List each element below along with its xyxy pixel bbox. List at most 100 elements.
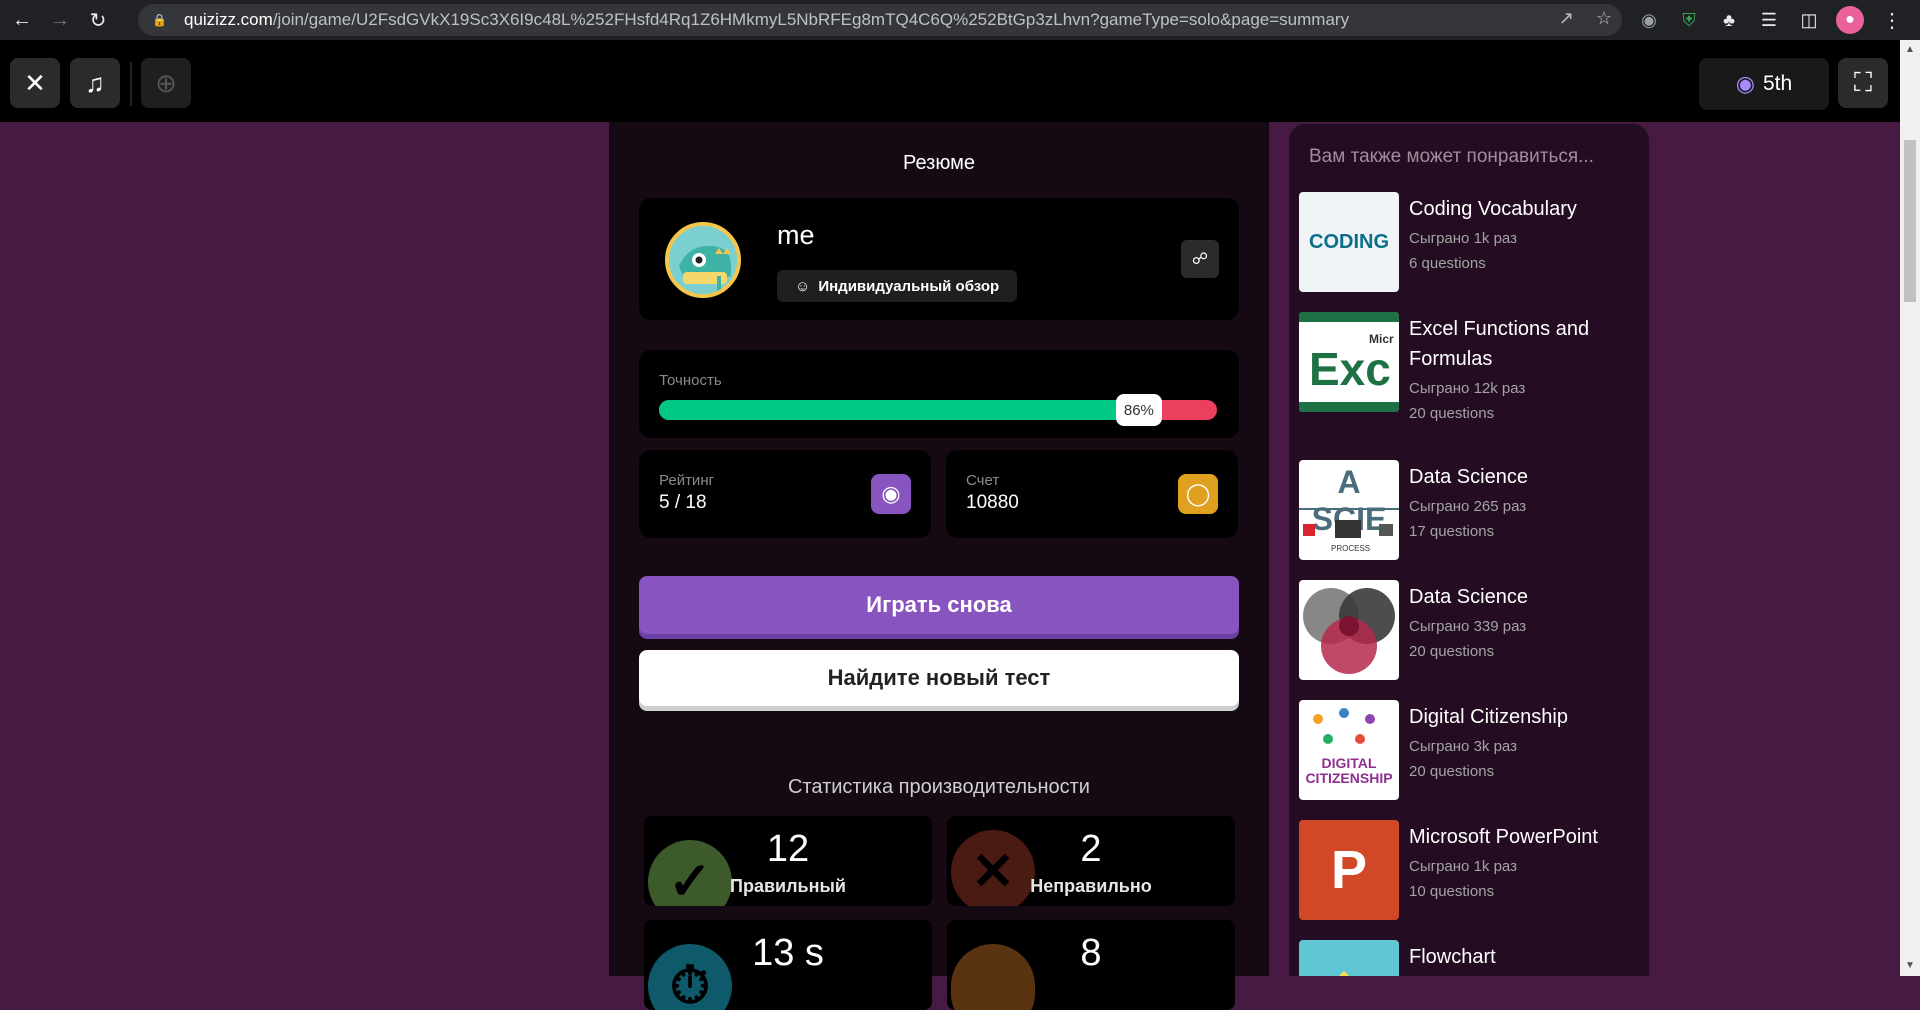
rec-plays: Сыграно 12k раз — [1409, 380, 1526, 397]
score-value: 10880 — [966, 492, 1019, 513]
address-bar[interactable]: 🔒 quizizz.com/join/game/U2FsdGVkX19Sc3X6… — [138, 4, 1622, 36]
rec-title: Excel Functions and Formulas — [1409, 318, 1590, 370]
menu-dots-icon[interactable]: ⋮ — [1882, 8, 1902, 33]
rec-plays: Сыграно 1k раз — [1409, 230, 1517, 247]
find-new-test-button[interactable]: Найдите новый тест — [639, 650, 1239, 706]
url-text[interactable]: quizizz.com/join/game/U2FsdGVkX19Sc3X6I9… — [184, 10, 1524, 30]
rec-title: Microsoft PowerPoint — [1409, 826, 1598, 848]
thumb-text: P — [1330, 840, 1368, 900]
rec-thumbnail — [1299, 940, 1399, 976]
rec-title: Data Science — [1409, 586, 1528, 608]
recommendations-panel: Вам также может понравиться... CODING Co… — [1269, 122, 1649, 976]
reload-icon[interactable]: ↻ — [82, 4, 114, 36]
browser-toolbar: ← → ↻ 🔒 quizizz.com/join/game/U2FsdGVkX1… — [0, 0, 1920, 40]
individual-review-button[interactable]: ☺ Индивидуальный обзор — [777, 270, 1018, 302]
user-icon: ☺ — [795, 277, 811, 295]
zoom-icon[interactable]: ⊕ — [141, 58, 191, 108]
correct-label: Правильный — [730, 876, 846, 896]
score-label: Счет — [966, 472, 1000, 489]
rec-thumbnail: DIGITAL CITIZENSHIP — [1299, 700, 1399, 800]
rec-title: Flowchart — [1409, 946, 1496, 968]
rec-plays: Сыграно 1k раз — [1409, 858, 1517, 875]
rank-pill: ◉ 5th — [1699, 58, 1829, 110]
thumb-text: CODING — [1309, 230, 1389, 253]
media-control-icon[interactable]: ☰ — [1756, 7, 1782, 33]
shield-extension-icon[interactable]: ⛨ — [1676, 7, 1702, 33]
wrong-label: Неправильно — [1030, 876, 1152, 896]
summary-title: Резюме — [903, 152, 975, 174]
rec-questions: 20 questions — [1409, 643, 1495, 660]
bookmark-star-icon[interactable]: ☆ — [1596, 8, 1612, 29]
rec-item-data-science-2[interactable]: Data Science Сыграно 339 раз 20 question… — [1299, 580, 1639, 690]
thumb-text: Exc — [1309, 343, 1391, 395]
scroll-up-icon[interactable]: ▲ — [1900, 40, 1920, 60]
close-icon[interactable]: ✕ — [10, 58, 60, 108]
thumb-caption: PROCESS — [1331, 544, 1371, 553]
rec-plays: Сыграно 265 раз — [1409, 498, 1527, 515]
url-path: /join/game/U2FsdGVkX19Sc3X6I9c48L%252FHs… — [272, 10, 1350, 29]
fullscreen-icon[interactable]: ⛶ — [1838, 58, 1888, 108]
rec-plays: Сыграно 339 раз — [1409, 618, 1527, 635]
accuracy-fill — [659, 400, 1139, 420]
rec-thumbnail: Micr Exc — [1299, 312, 1399, 412]
rec-questions: 10 questions — [1409, 883, 1495, 900]
puzzle-extensions-icon[interactable]: ♣ — [1716, 7, 1742, 33]
rec-item-microsoft-powerpoint[interactable]: P Microsoft PowerPoint Сыграно 1k раз 10… — [1299, 820, 1639, 930]
rec-thumbnail: P — [1299, 820, 1399, 920]
summary-panel: Резюме me ☺ Индивидуальный обзор ☍ Точно… — [609, 122, 1269, 1010]
recommendations-title: Вам также может понравиться... — [1309, 146, 1594, 167]
rec-title: Data Science — [1409, 466, 1528, 488]
rank-value: 5 / 18 — [659, 492, 707, 513]
streak-value: 8 — [1080, 932, 1102, 974]
share-page-icon[interactable]: ↗ — [1559, 8, 1574, 29]
rec-title: Digital Citizenship — [1409, 706, 1568, 728]
player-name: me — [777, 220, 815, 250]
back-icon[interactable]: ← — [6, 4, 38, 36]
time-stat-card: ⏱ 13 s — [644, 920, 932, 1010]
share-icon[interactable]: ☍ — [1181, 240, 1219, 278]
rec-thumbnail: CODING — [1299, 192, 1399, 292]
rec-item-coding-vocabulary[interactable]: CODING Coding Vocabulary Сыграно 1k раз … — [1299, 192, 1639, 302]
correct-stat-card: ✓ 12 Правильный — [644, 816, 932, 906]
rec-thumbnail: A SCIE PROCESS — [1299, 460, 1399, 560]
rec-item-digital-citizenship[interactable]: DIGITAL CITIZENSHIP Digital Citizenship … — [1299, 700, 1639, 810]
scroll-thumb[interactable] — [1904, 140, 1916, 302]
rec-item-flowchart[interactable]: Flowchart — [1299, 940, 1639, 976]
thumb-text: DIGITAL CITIZENSHIP — [1305, 755, 1393, 786]
wrong-stat-card: ✕ 2 Неправильно — [947, 816, 1235, 906]
wrong-count: 2 — [1080, 828, 1102, 870]
medal-icon: ◉ — [1735, 71, 1755, 96]
performance-title: Статистика производительности — [788, 776, 1090, 798]
rec-questions: 17 questions — [1409, 523, 1495, 540]
play-again-button[interactable]: Играть снова — [639, 576, 1239, 634]
url-host: quizizz.com — [184, 10, 273, 29]
rec-title: Coding Vocabulary — [1409, 198, 1577, 220]
page-scrollbar[interactable]: ▲ ▼ — [1900, 40, 1920, 976]
streak-stat-card: 8 — [947, 920, 1235, 1010]
medal-icon: ◉ — [871, 474, 911, 514]
toolbar-divider — [130, 62, 132, 106]
accuracy-value: 86% — [1115, 394, 1162, 426]
time-value: 13 s — [752, 932, 824, 974]
rank-label: Рейтинг — [659, 472, 715, 489]
profile-avatar-icon[interactable]: ● — [1836, 6, 1864, 34]
rec-questions: 20 questions — [1409, 763, 1495, 780]
player-card: me ☺ Индивидуальный обзор ☍ — [639, 198, 1239, 320]
rec-thumbnail — [1299, 580, 1399, 680]
rec-questions: 20 questions — [1409, 405, 1495, 422]
lock-icon: 🔒 — [152, 13, 167, 27]
coins-icon: ◯ — [1178, 474, 1218, 514]
rec-item-excel-functions[interactable]: Micr Exc Excel Functions and Formulas Сы… — [1299, 312, 1639, 422]
accuracy-card: Точность 86% — [639, 350, 1239, 438]
forward-icon[interactable]: → — [44, 4, 76, 36]
side-panel-icon[interactable]: ◫ — [1796, 7, 1822, 33]
scroll-down-icon[interactable]: ▼ — [1900, 956, 1920, 976]
quiz-top-bar: ✕ ♫ ⊕ ◉ 5th ⛶ — [0, 40, 1900, 122]
score-card: Счет 10880 ◯ — [946, 450, 1238, 538]
rank-card: Рейтинг 5 / 18 ◉ — [639, 450, 931, 538]
music-icon[interactable]: ♫ — [70, 58, 120, 108]
individual-review-label: Индивидуальный обзор — [818, 277, 1000, 295]
globe-extension-icon[interactable]: ◉ — [1636, 7, 1662, 33]
rec-item-data-science-1[interactable]: A SCIE PROCESS Data Science Сыграно 265 … — [1299, 460, 1639, 570]
rec-plays: Сыграно 3k раз — [1409, 738, 1517, 755]
